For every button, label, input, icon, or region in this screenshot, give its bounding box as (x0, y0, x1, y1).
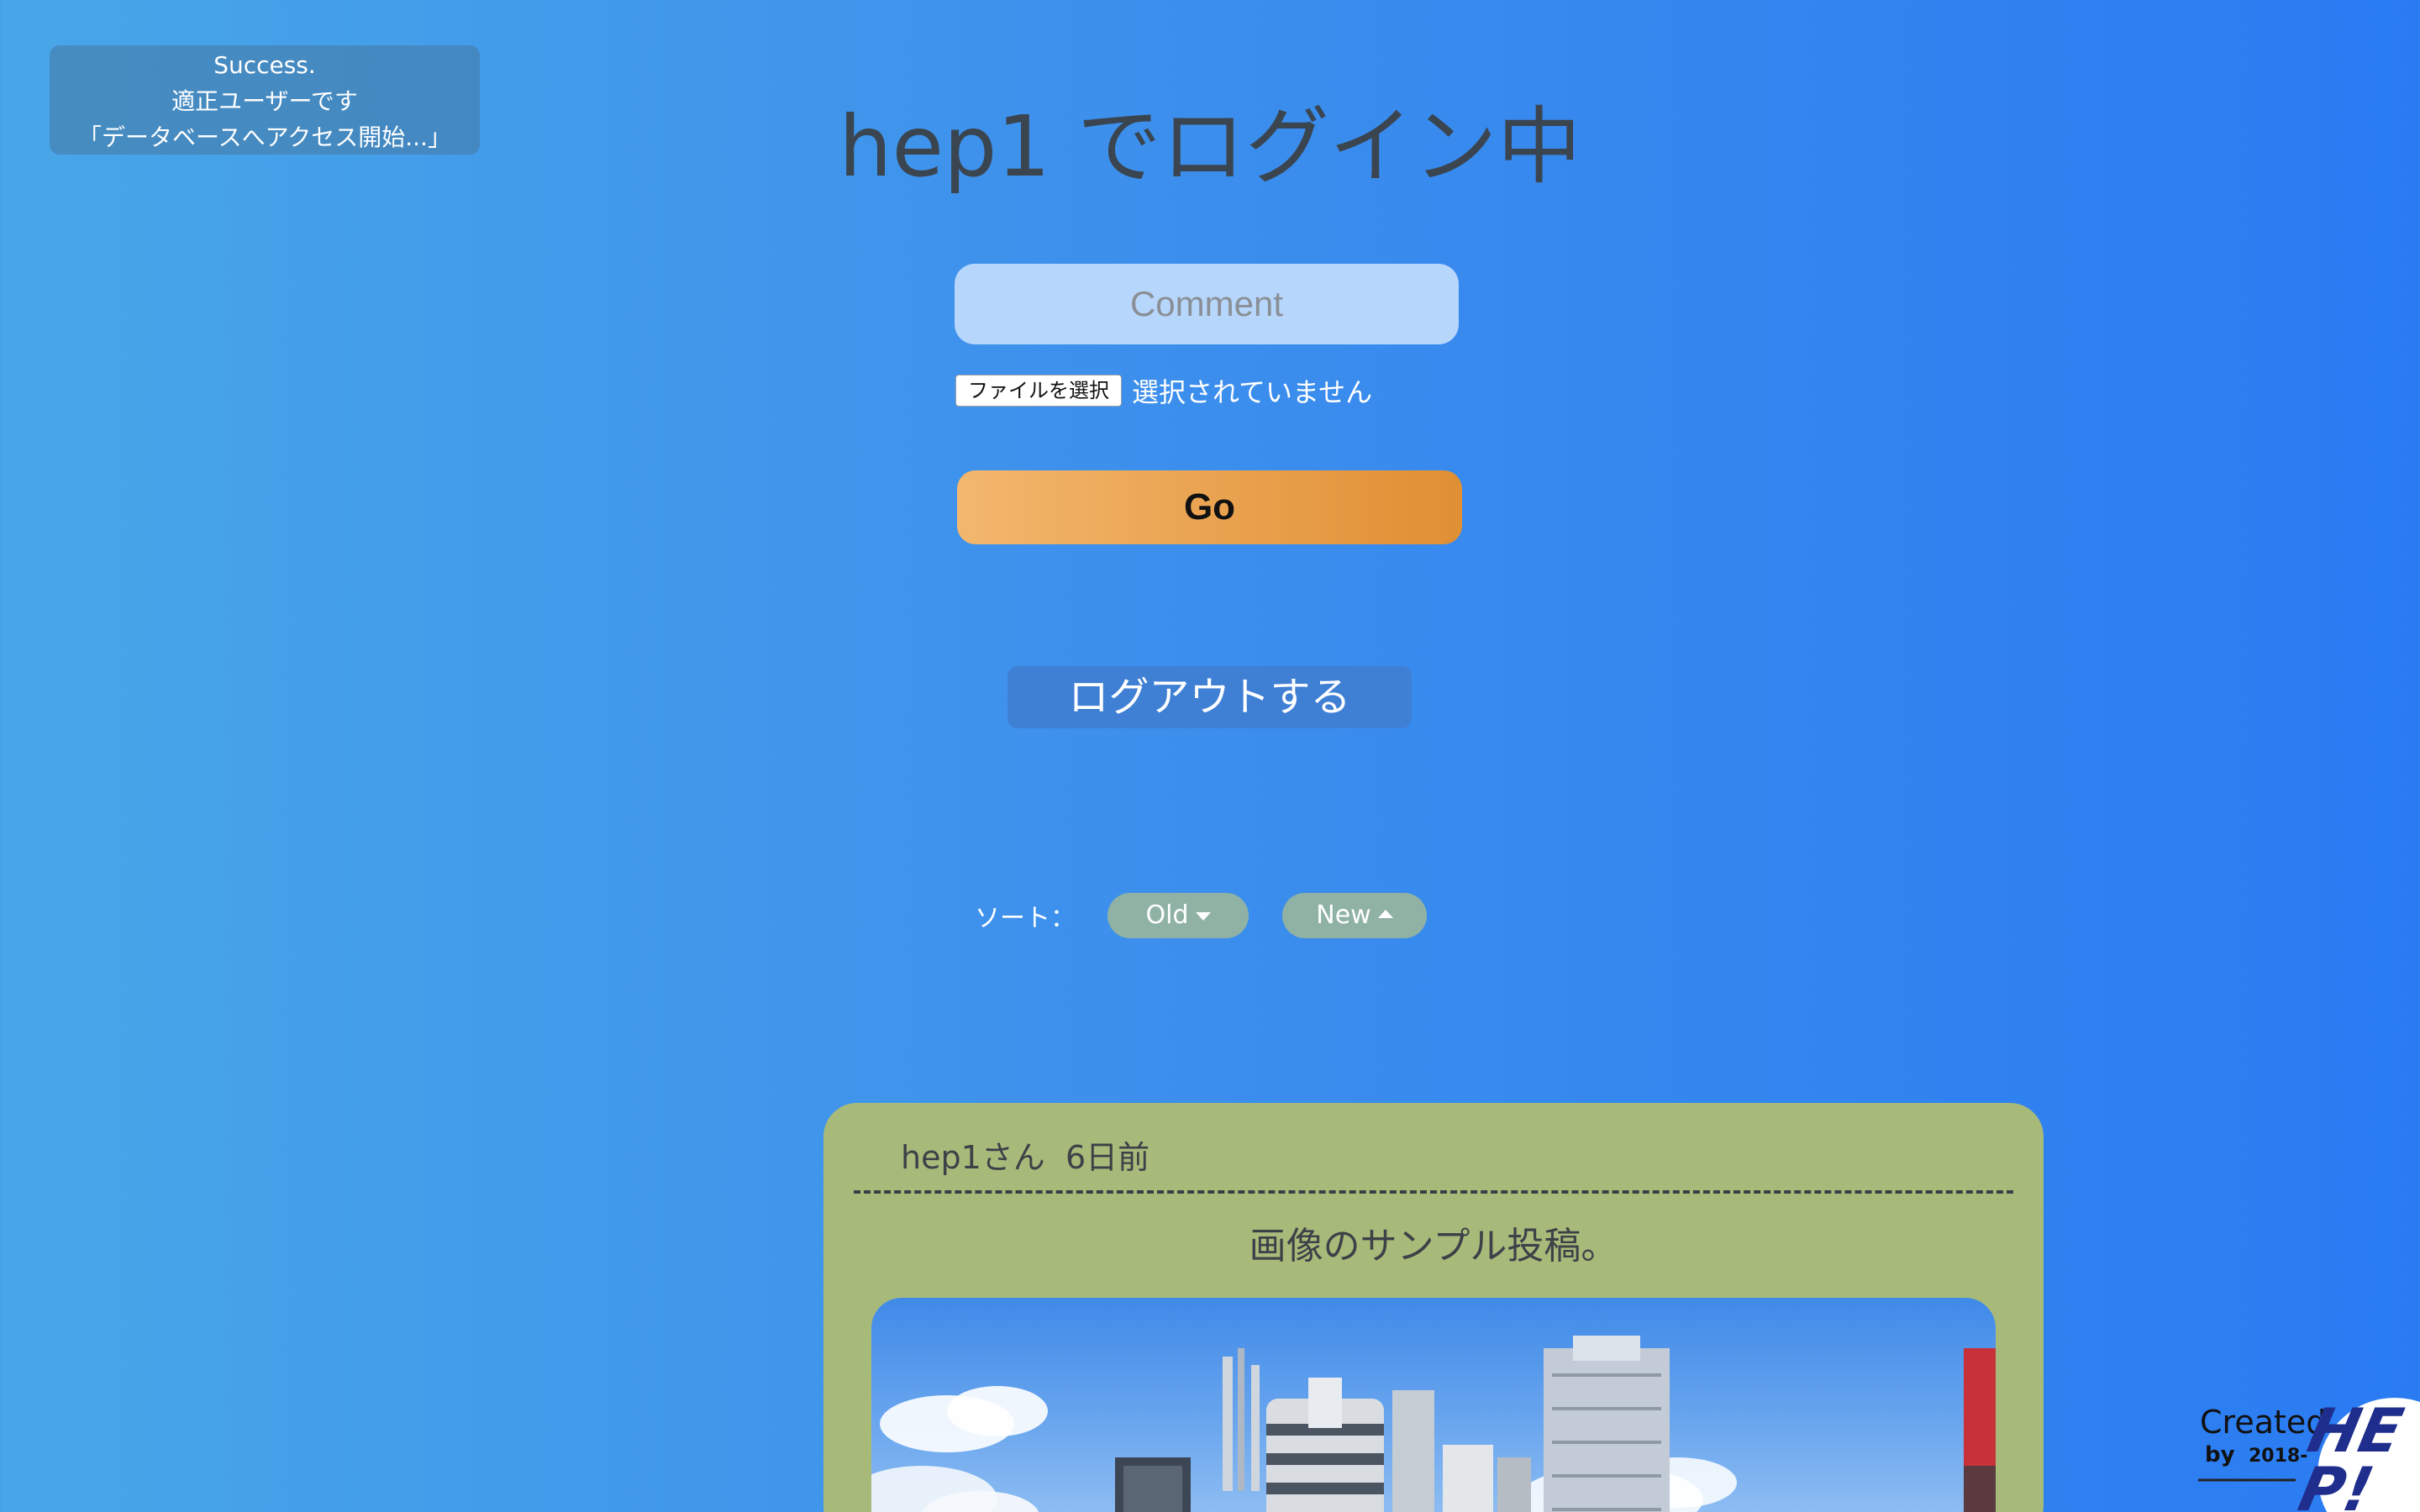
caret-down-icon (1195, 911, 1211, 921)
post-author: hep1さん (901, 1139, 1045, 1176)
go-button[interactable]: Go (957, 470, 1462, 544)
credit-year: 2018- (2249, 1446, 2307, 1467)
logout-button[interactable]: ログアウトする (1007, 666, 1412, 728)
credit-badge: Created by 2018- HE P! (2195, 1393, 2420, 1512)
credit-created: Created (2200, 1404, 2326, 1441)
city-photo (871, 1336, 1996, 1512)
file-select-button[interactable]: ファイルを選択 (955, 375, 1122, 407)
credit-by: by (2205, 1442, 2235, 1467)
page-title: hep1 でログイン中 (839, 97, 1581, 196)
toast-line-success: Success. (213, 51, 316, 79)
sort-old-button[interactable]: Old (1107, 893, 1249, 938)
post-meta: hep1さん 6日前 (901, 1131, 1150, 1178)
sort-new-button[interactable]: New (1282, 893, 1427, 938)
logo-p: P! (2292, 1455, 2379, 1512)
sort-label: ソート： (975, 904, 1076, 933)
sort-old-label: Old (1145, 900, 1189, 930)
hep-logo: Created by 2018- HE P! (2198, 1396, 2420, 1512)
sort-controls: ソート： Old New (975, 892, 1427, 939)
post-card: hep1さん 6日前 画像のサンプル投稿。 (823, 1103, 2044, 1512)
comment-input[interactable] (955, 264, 1459, 344)
post-image[interactable] (871, 1298, 1996, 1512)
file-picker: ファイルを選択 選択されていません (955, 373, 1372, 408)
post-time: 6日前 (1065, 1139, 1150, 1176)
post-divider (854, 1190, 2013, 1194)
post-text: 画像のサンプル投稿。 (1249, 1225, 1618, 1268)
caret-up-icon (1377, 910, 1393, 918)
sort-new-label: New (1316, 900, 1371, 930)
file-status-text: 選択されていません (1132, 376, 1373, 408)
